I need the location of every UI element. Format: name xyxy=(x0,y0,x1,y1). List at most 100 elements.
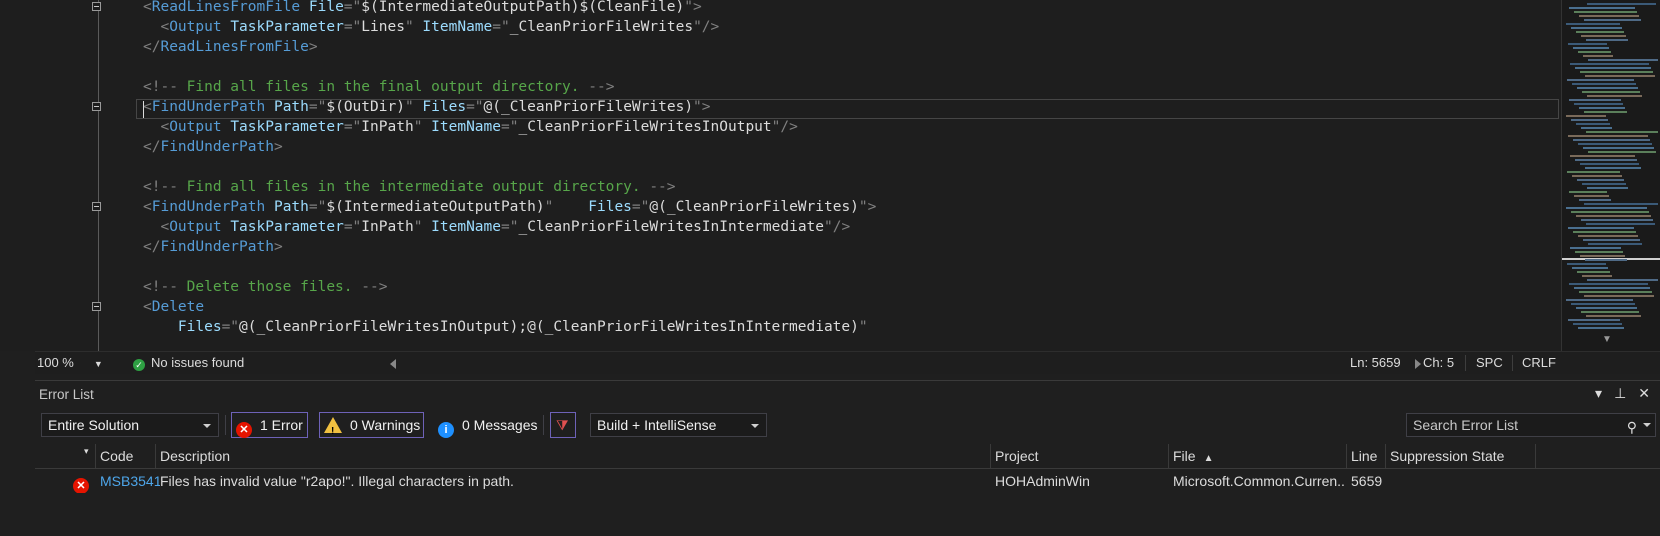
code-line[interactable]: <!-- Find all files in the intermediate … xyxy=(143,177,676,198)
table-row[interactable]: ✕ MSB3541 Files has invalid value "r2apo… xyxy=(35,469,1660,493)
warning-icon xyxy=(324,417,342,444)
code-token: Delete xyxy=(151,299,205,315)
minimap-line xyxy=(1583,239,1640,241)
minimap-line xyxy=(1586,315,1641,317)
code-line[interactable]: <!-- Delete those files. --> xyxy=(143,277,387,298)
code-token: --> xyxy=(361,279,388,295)
code-line[interactable]: <FindUnderPath Path="$(IntermediateOutpu… xyxy=(143,197,876,218)
collapse-toggle[interactable] xyxy=(92,202,101,211)
error-list-panel: Error List ▾ ⊥ ✕ Entire Solution ✕ 1 Error … xyxy=(35,380,1660,536)
minimap-line xyxy=(1569,191,1607,193)
minimap-line xyxy=(1568,319,1620,321)
issues-text: No issues found xyxy=(151,355,245,370)
minimap-line xyxy=(1577,271,1610,273)
code-token: @(_CleanPriorFileWrites) xyxy=(649,199,859,215)
code-token: =" xyxy=(492,19,510,35)
column-header-suppression[interactable]: Suppression State xyxy=(1385,444,1504,468)
code-token: Path xyxy=(273,199,309,215)
scroll-left-icon[interactable] xyxy=(390,359,396,369)
minimap-line xyxy=(1570,155,1635,157)
code-token: @(_CleanPriorFileWrites) xyxy=(483,99,694,115)
filter-icon[interactable]: ⧩ xyxy=(550,412,576,438)
divider xyxy=(1535,444,1536,468)
minimap[interactable]: ▼ xyxy=(1561,0,1660,351)
code-token: =" xyxy=(343,219,362,235)
code-line[interactable]: <Output TaskParameter="Lines" ItemName="… xyxy=(143,17,719,38)
minimap-line xyxy=(1585,75,1655,77)
minimap-line xyxy=(1574,103,1623,105)
code-token: $(IntermediateOutputPath) xyxy=(326,199,545,215)
code-token: =" xyxy=(221,319,240,335)
minimap-line xyxy=(1574,11,1637,13)
errors-filter-button[interactable]: ✕ 1 Error xyxy=(231,412,308,438)
code-line[interactable]: <Output TaskParameter="InPath" ItemName=… xyxy=(143,117,797,138)
code-token: =" xyxy=(308,199,327,215)
minimap-line xyxy=(1581,35,1626,37)
code-token: > xyxy=(273,239,283,255)
errors-count: 1 Error xyxy=(260,417,303,433)
issues-indicator[interactable]: ✓ No issues found xyxy=(133,352,244,374)
scroll-right-icon[interactable] xyxy=(1415,359,1421,369)
minimap-line xyxy=(1574,287,1650,289)
code-token: </ xyxy=(143,39,161,55)
column-header-file[interactable]: File ▲ xyxy=(1168,444,1213,468)
dropdown-menu-icon[interactable]: ▾ xyxy=(1595,385,1602,401)
column-header-description[interactable]: Description xyxy=(155,444,230,468)
code-editor[interactable]: <ReadLinesFromFile File="$(IntermediateO… xyxy=(0,0,1660,351)
line-number[interactable]: Ln: 5659 xyxy=(1350,352,1401,374)
scroll-down-icon[interactable]: ▼ xyxy=(1602,334,1612,345)
whitespace-mode[interactable]: SPC xyxy=(1476,352,1503,374)
collapse-toggle[interactable] xyxy=(92,102,101,111)
search-error-list[interactable]: Search Error List ⚲ xyxy=(1406,413,1656,437)
minimap-line xyxy=(1575,251,1623,253)
code-line[interactable]: <FindUnderPath Path="$(OutDir)" Files="@… xyxy=(143,97,711,118)
collapse-toggle[interactable] xyxy=(92,2,101,11)
zoom-level: 100 % xyxy=(37,355,74,370)
code-line[interactable]: <Output TaskParameter="InPath" ItemName=… xyxy=(143,217,850,238)
error-code-link[interactable]: MSB3541 xyxy=(100,469,160,493)
minimap-line xyxy=(1568,227,1634,229)
chevron-down-icon xyxy=(751,424,759,428)
code-token: =" xyxy=(343,0,362,15)
chevron-down-icon: ▼ xyxy=(93,359,103,369)
divider xyxy=(225,415,226,435)
code-line[interactable]: <!-- Find all files in the final output … xyxy=(143,77,614,98)
code-token: ItemName xyxy=(422,19,493,35)
code-token: <!-- xyxy=(143,179,178,195)
code-line[interactable]: </FindUnderPath> xyxy=(143,137,283,158)
line-ending[interactable]: CRLF xyxy=(1522,352,1556,374)
close-icon[interactable]: ✕ xyxy=(1638,385,1650,401)
code-line[interactable]: <ReadLinesFromFile File="$(IntermediateO… xyxy=(143,0,702,18)
code-line[interactable]: Files="@(_CleanPriorFileWritesInOutput);… xyxy=(143,317,868,338)
minimap-line xyxy=(1588,243,1642,245)
column-chooser-icon[interactable]: ▾ xyxy=(79,444,95,468)
column-header-line[interactable]: Line xyxy=(1346,444,1377,468)
divider xyxy=(543,415,544,435)
minimap-line xyxy=(1576,307,1637,309)
code-token: < xyxy=(143,0,152,15)
column-header-project[interactable]: Project xyxy=(990,444,1039,468)
minimap-line xyxy=(1586,131,1658,133)
pin-icon[interactable]: ⊥ xyxy=(1614,385,1626,401)
messages-filter-button[interactable]: i 0 Messages xyxy=(438,412,537,438)
minimap-line xyxy=(1571,303,1635,305)
code-token: =" xyxy=(501,219,519,235)
minimap-line xyxy=(1581,219,1653,221)
warnings-filter-button[interactable]: 0 Warnings xyxy=(319,412,424,444)
code-line[interactable]: <Delete xyxy=(143,297,204,318)
code-line[interactable]: </ReadLinesFromFile> xyxy=(143,37,318,58)
code-token: $(OutDir) xyxy=(326,99,405,115)
code-token: FindUnderPath xyxy=(151,199,266,215)
column-number[interactable]: Ch: 5 xyxy=(1423,352,1454,374)
column-header-code[interactable]: Code xyxy=(95,444,133,468)
code-line[interactable]: </FindUnderPath> xyxy=(143,237,283,258)
code-token: TaskParameter xyxy=(230,119,344,135)
zoom-dropdown[interactable]: 100 % ▼ xyxy=(37,352,103,374)
collapse-toggle[interactable] xyxy=(92,302,101,311)
source-dropdown[interactable]: Build + IntelliSense xyxy=(590,413,767,437)
code-token: " xyxy=(404,19,414,35)
scope-dropdown[interactable]: Entire Solution xyxy=(41,413,219,437)
code-token: =" xyxy=(631,199,650,215)
